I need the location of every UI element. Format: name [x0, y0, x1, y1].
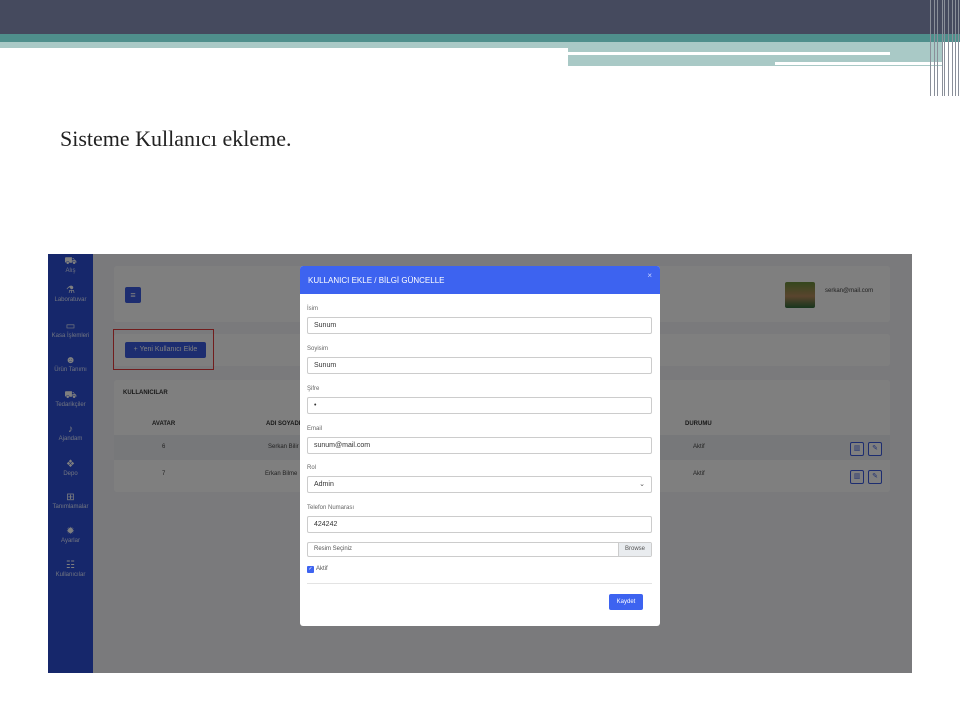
modal-divider [307, 583, 652, 584]
surname-field[interactable]: Sunum [307, 357, 652, 374]
role-label: Rol [307, 465, 317, 471]
modal-header: KULLANICI EKLE / BİLGİ GÜNCELLE × [300, 266, 660, 294]
slide-accent-light [0, 42, 568, 48]
chevron-down-icon: ⌄ [639, 481, 645, 488]
role-select[interactable]: Admin ⌄ [307, 476, 652, 493]
slide-accent-line [775, 62, 943, 65]
browse-button[interactable]: Browse [618, 543, 651, 556]
password-label: Şifre [307, 386, 320, 392]
file-input-label: Resim Seçiniz [314, 546, 353, 552]
email-label: Email [307, 426, 323, 432]
slide-accent-line [568, 52, 890, 55]
phone-field[interactable]: 424242 [307, 516, 652, 533]
slide-header-bar [0, 0, 960, 34]
name-label: İsim [307, 306, 318, 312]
surname-label: Soyisim [307, 346, 329, 352]
active-checkbox-label: Aktif [316, 566, 328, 572]
modal-title: KULLANICI EKLE / BİLGİ GÜNCELLE [308, 276, 445, 285]
image-file-input[interactable]: Resim Seçiniz Browse [307, 542, 652, 557]
check-icon: ✓ [308, 566, 313, 572]
close-icon[interactable]: × [647, 271, 652, 280]
slide-accent-bar [0, 34, 960, 42]
user-modal: KULLANICI EKLE / BİLGİ GÜNCELLE × İsim S… [300, 266, 660, 626]
save-button[interactable]: Kaydet [609, 594, 643, 610]
role-select-value: Admin [314, 481, 334, 488]
phone-label: Telefon Numarası [307, 505, 355, 511]
app-screenshot: ⛟ Alış ⚗ Laboratuvar ▭ Kasa İşlemleri ☻ … [48, 254, 912, 673]
name-field[interactable]: Sunum [307, 317, 652, 334]
email-field[interactable]: sunum@mail.com [307, 437, 652, 454]
slide-corner-lines [928, 0, 960, 96]
password-field[interactable]: • [307, 397, 652, 414]
active-checkbox[interactable]: ✓ [307, 566, 314, 573]
slide-title: Sisteme Kullanıcı ekleme. [60, 126, 292, 151]
